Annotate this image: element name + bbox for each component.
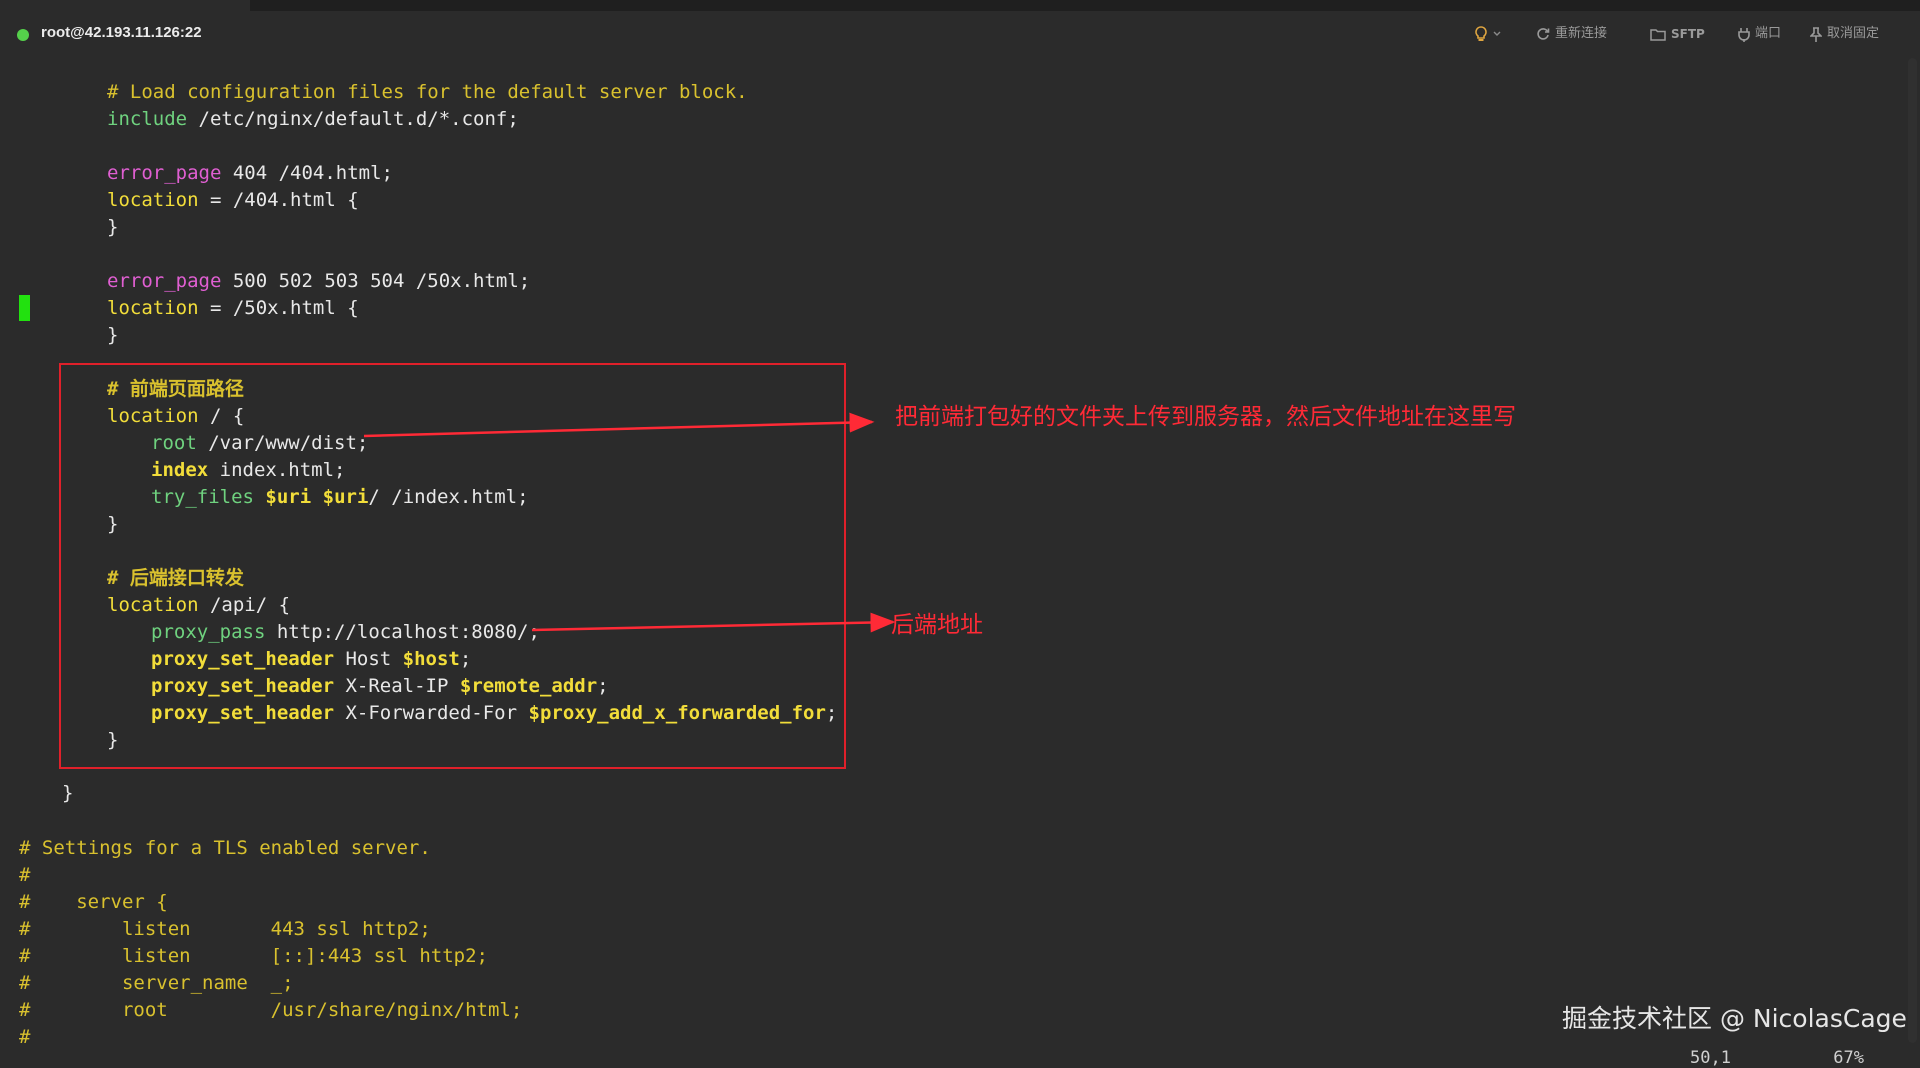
- annotation-arrows: [363, 412, 896, 633]
- vim-status-line: 50,1 67%: [1690, 1048, 1864, 1068]
- backend-annotation: 后端地址: [891, 612, 983, 638]
- backend-arrow: [531, 612, 896, 633]
- frontend-arrow: [363, 412, 875, 438]
- watermark: 掘金技术社区 @ NicolasCage: [1562, 1004, 1907, 1033]
- frontend-annotation: 把前端打包好的文件夹上传到服务器，然后文件地址在这里写: [895, 404, 1516, 430]
